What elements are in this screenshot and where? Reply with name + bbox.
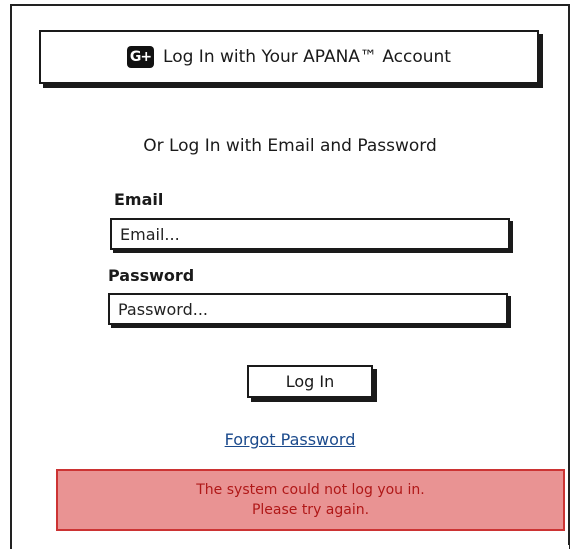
login-panel: [10, 4, 570, 549]
error-line-2: Please try again.: [251, 502, 370, 518]
forgot-password-link[interactable]: Forgot Password: [225, 430, 356, 449]
email-field[interactable]: [110, 218, 510, 250]
google-plus-icon: G+: [127, 46, 155, 68]
apana-login-button[interactable]: G+ Log In with Your APANA™ Account: [39, 30, 539, 84]
login-button[interactable]: Log In: [247, 365, 373, 398]
password-label: Password: [108, 266, 195, 285]
email-label: Email: [114, 190, 164, 209]
divider-text: Or Log In with Email and Password: [143, 136, 437, 156]
error-message: The system could not log you in. Please …: [56, 469, 565, 531]
error-line-1: The system could not log you in.: [196, 482, 425, 498]
apana-login-label: Log In with Your APANA™ Account: [163, 47, 451, 67]
password-field[interactable]: [108, 293, 508, 325]
